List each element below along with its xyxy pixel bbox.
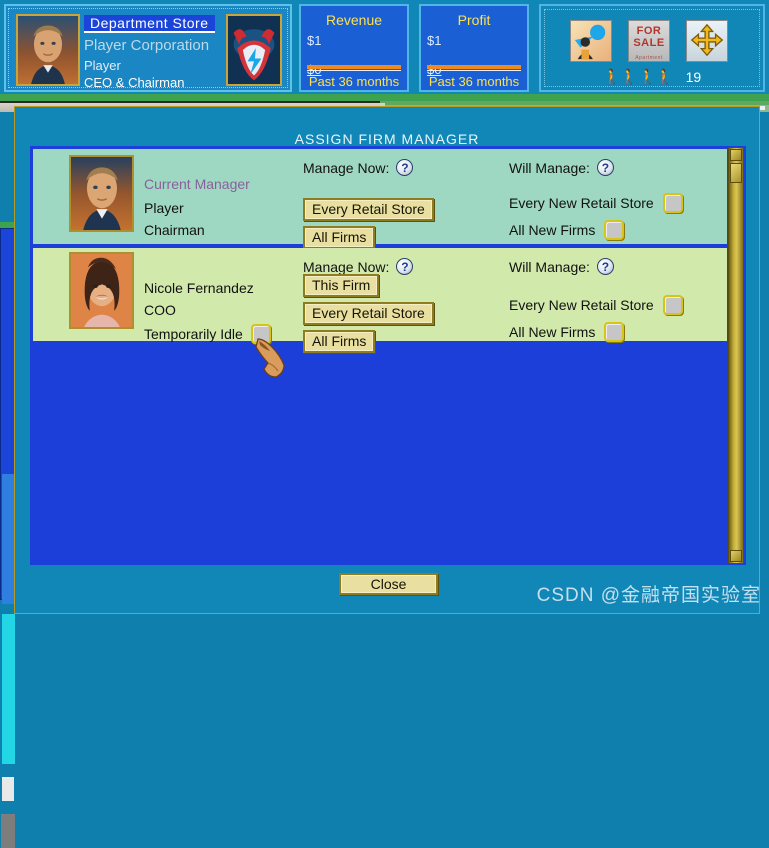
every-new-retail-store-label: Every New Retail Store [509,195,654,211]
list-scrollbar[interactable] [728,147,744,564]
manage-now-header: Manage Now: ? [303,258,414,275]
revenue-panel[interactable]: Revenue $1 $0 Past 36 months [299,4,409,92]
temporarily-idle-label: Temporarily Idle [144,326,243,342]
manager-role: Chairman [144,222,205,238]
profit-axis [427,70,521,71]
for-sale-icon[interactable]: FOR SALE Apartment [628,20,670,62]
manager-role: COO [144,302,176,318]
this-firm-button[interactable]: This Firm [303,274,380,297]
all-firms-button[interactable]: All Firms [303,226,376,249]
manage-now-buttons-2: This Firm Every Retail Store All Firms [303,274,434,353]
current-manager-tag: Current Manager [144,176,250,192]
hud-bar: Department Store Player Corporation Play… [0,0,769,97]
manage-now-header: Manage Now: ? [303,159,414,176]
profit-panel[interactable]: Profit $1 $0 Past 36 months [419,4,529,92]
firm-name-field[interactable]: Department Store [84,15,215,33]
manage-now-column-1: Manage Now: ? [303,159,414,176]
profit-max-value: $1 [427,33,442,48]
player-portrait [69,155,134,232]
will-manage-header: Will Manage: ? [509,258,614,275]
move-icon[interactable] [686,20,728,62]
all-new-firms-row-1: All New Firms [509,220,625,240]
manager-name: Player [144,200,184,216]
profit-title: Profit [457,12,491,28]
every-retail-store-button[interactable]: Every Retail Store [303,302,434,325]
all-new-firms-label: All New Firms [509,324,596,340]
population-count: 19 [685,69,702,85]
population-row: 🚶🚶 🚶🚶 19 [541,68,763,86]
will-manage-column-1: Will Manage: ? [509,159,614,176]
all-firms-button[interactable]: All Firms [303,330,376,353]
background-left-window-cyan [2,614,15,764]
player-title: CEO & Chairman [84,75,185,90]
advertising-icon[interactable] [570,20,612,62]
help-icon[interactable]: ? [596,258,614,275]
scroll-up-button[interactable] [730,149,742,161]
shoppers-icon: 🚶🚶 🚶🚶 [602,69,674,86]
revenue-period: Past 36 months [308,74,400,89]
profit-graph-line [427,65,521,69]
temporarily-idle-checkbox[interactable] [250,324,271,344]
will-manage-column-2: Will Manage: ? [509,258,614,275]
every-new-retail-store-label: Every New Retail Store [509,297,654,313]
manager-list: Current Manager Player Chairman Manage N… [30,146,746,565]
close-button[interactable]: Close [339,573,438,595]
profit-period: Past 36 months [428,74,520,89]
every-new-retail-store-checkbox[interactable] [662,295,683,315]
background-left-window-white [2,777,14,801]
scroll-thumb[interactable] [730,163,742,183]
will-manage-header: Will Manage: ? [509,159,614,176]
revenue-graph-line [307,65,401,69]
ceo-portrait [16,14,80,86]
player-name: Player [84,58,121,73]
nicole-fernandez-portrait [69,252,134,329]
watermark: CSDN @金融帝国实验室 [536,585,761,606]
scroll-down-button[interactable] [730,550,742,562]
revenue-max-value: $1 [307,33,322,48]
all-new-firms-checkbox[interactable] [604,220,625,240]
every-new-retail-store-row-1: Every New Retail Store [509,193,683,213]
will-manage-label: Will Manage: [509,258,590,275]
revenue-axis [307,70,401,71]
manager-name: Nicole Fernandez [144,280,254,296]
temporarily-idle-row: Temporarily Idle [144,324,271,344]
dialog-title: ASSIGN FIRM MANAGER [294,131,480,147]
manage-now-label: Manage Now: [303,258,390,275]
for-sale-line2: SALE [633,37,665,49]
manager-row-nicole-fernandez[interactable]: Nicole Fernandez COO Temporarily Idle Ma… [33,248,727,353]
all-new-firms-row-2: All New Firms [509,322,625,342]
manage-now-buttons-1: Every Retail Store All Firms [303,198,434,249]
background-left-window-gray [1,814,15,848]
every-new-retail-store-row-2: Every New Retail Store [509,295,683,315]
will-manage-label: Will Manage: [509,159,590,176]
manage-now-column-2: Manage Now: ? [303,258,414,275]
assign-firm-manager-dialog: ASSIGN FIRM MANAGER Current Manager Play… [14,106,760,614]
every-retail-store-button[interactable]: Every Retail Store [303,198,434,221]
corporation-name: Player Corporation [84,37,210,54]
every-new-retail-store-checkbox[interactable] [662,193,683,213]
corporation-logo[interactable] [226,14,282,86]
for-sale-text: FOR SALE Apartment [629,25,669,64]
manage-now-label: Manage Now: [303,159,390,176]
company-info-panel[interactable]: Department Store Player Corporation Play… [4,4,292,92]
manager-row-current[interactable]: Current Manager Player Chairman Manage N… [33,149,727,249]
help-icon[interactable]: ? [396,258,414,275]
help-icon[interactable]: ? [596,159,614,176]
all-new-firms-checkbox[interactable] [604,322,625,342]
for-sale-subtext: Apartment [635,55,663,61]
revenue-title: Revenue [325,12,383,28]
help-icon[interactable]: ? [396,159,414,176]
game-screen: Department Store Player Corporation Play… [0,0,769,848]
all-new-firms-label: All New Firms [509,222,596,238]
firm-actions-panel: FOR SALE Apartment 🚶🚶 🚶🚶 19 [539,4,765,92]
for-sale-line1: FOR [636,25,662,37]
